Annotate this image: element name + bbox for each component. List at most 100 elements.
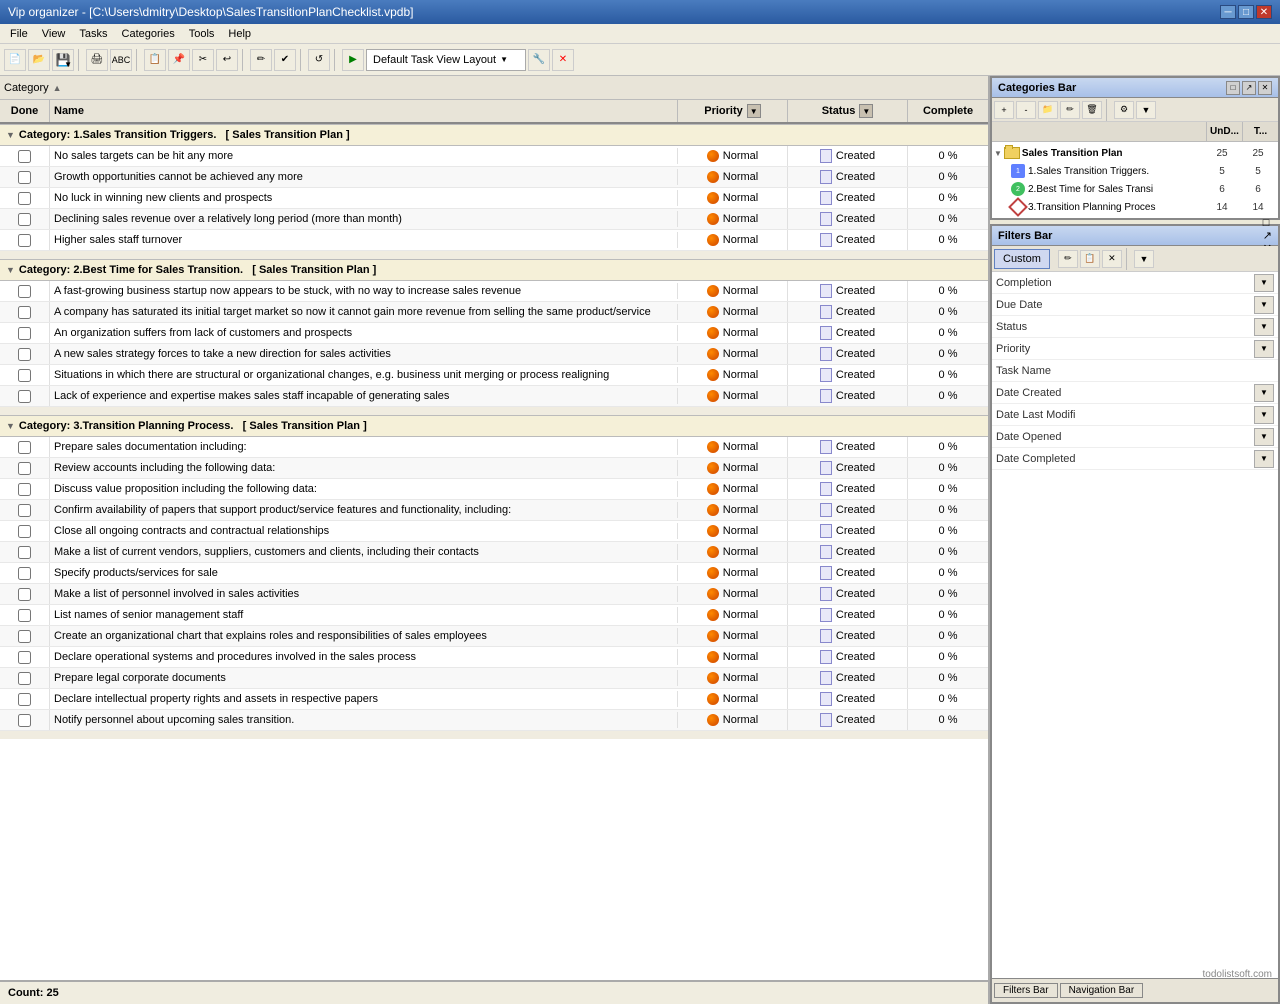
layout-selector[interactable]: Default Task View Layout ▼ — [366, 49, 526, 71]
task-checkbox[interactable] — [18, 630, 31, 643]
cat-tree-item-2[interactable]: 2 2.Best Time for Sales Transi 6 6 — [992, 180, 1278, 198]
task-checkbox[interactable] — [18, 546, 31, 559]
undo-button[interactable]: ↩ — [216, 49, 238, 71]
restore-button[interactable]: □ — [1238, 5, 1254, 19]
cat-tb-delete[interactable]: 🗑 — [1082, 101, 1102, 119]
task-checkbox[interactable] — [18, 483, 31, 496]
task-checkbox[interactable] — [18, 150, 31, 163]
task-checkbox[interactable] — [18, 327, 31, 340]
cat-tb-edit[interactable]: ✏ — [1060, 101, 1080, 119]
task-checkbox[interactable] — [18, 285, 31, 298]
print-button[interactable]: 🖨 — [86, 49, 108, 71]
task-check[interactable] — [0, 281, 50, 301]
col-header-name[interactable]: Name — [50, 100, 678, 122]
task-check[interactable] — [0, 365, 50, 385]
task-check[interactable] — [0, 230, 50, 250]
task-checkbox[interactable] — [18, 672, 31, 685]
task-checkbox[interactable] — [18, 525, 31, 538]
task-check[interactable] — [0, 167, 50, 187]
category-row-1[interactable]: ▼ Category: 1.Sales Transition Triggers.… — [0, 124, 988, 146]
menu-file[interactable]: File — [4, 27, 34, 41]
menu-tasks[interactable]: Tasks — [73, 27, 113, 41]
col-header-status[interactable]: Status ▼ — [788, 100, 908, 122]
priority-filter-icon[interactable]: ▼ — [747, 104, 761, 118]
cat-bar-close-button[interactable]: ✕ — [1258, 81, 1272, 95]
minimize-button[interactable]: ─ — [1220, 5, 1236, 19]
tb-btn-arrow[interactable]: ↺ — [308, 49, 330, 71]
task-checkbox[interactable] — [18, 651, 31, 664]
cut-button[interactable]: ✂ — [192, 49, 214, 71]
tb-btn-green[interactable]: ▶ — [342, 49, 364, 71]
task-check[interactable] — [0, 458, 50, 478]
task-check[interactable] — [0, 386, 50, 406]
cat-tree-item-3[interactable]: 3.Transition Planning Proces 14 14 — [992, 198, 1278, 216]
task-check[interactable] — [0, 605, 50, 625]
task-check[interactable] — [0, 542, 50, 562]
task-check[interactable] — [0, 188, 50, 208]
task-check[interactable] — [0, 584, 50, 604]
task-checkbox[interactable] — [18, 306, 31, 319]
task-check[interactable] — [0, 710, 50, 730]
col-header-complete[interactable]: Complete — [908, 100, 988, 122]
task-checkbox[interactable] — [18, 213, 31, 226]
cat-tb-down[interactable]: ▼ — [1136, 101, 1156, 119]
filter-dropdown-completion[interactable]: ▼ — [1254, 274, 1274, 292]
paste-button[interactable]: 📌 — [168, 49, 190, 71]
task-checkbox[interactable] — [18, 504, 31, 517]
save-button[interactable]: 💾 ▼ — [52, 49, 74, 71]
task-check[interactable] — [0, 521, 50, 541]
cat-tree-root[interactable]: ▼ Sales Transition Plan 25 25 — [992, 144, 1278, 162]
cat-tb-collapse[interactable]: - — [1016, 101, 1036, 119]
cat-bar-float-button[interactable]: ↗ — [1242, 81, 1256, 95]
task-check[interactable] — [0, 344, 50, 364]
filter-bar-pin-button[interactable]: □ — [1263, 217, 1272, 229]
task-check[interactable] — [0, 500, 50, 520]
menu-tools[interactable]: Tools — [183, 27, 221, 41]
menu-categories[interactable]: Categories — [116, 27, 181, 41]
task-checkbox[interactable] — [18, 369, 31, 382]
filter-dropdown-datecompleted[interactable]: ▼ — [1254, 450, 1274, 468]
tab-navigation-bar[interactable]: Navigation Bar — [1060, 983, 1144, 998]
task-check[interactable] — [0, 668, 50, 688]
task-checkbox[interactable] — [18, 588, 31, 601]
task-checkbox[interactable] — [18, 441, 31, 454]
task-check[interactable] — [0, 647, 50, 667]
filter-dropdown-datelastmod[interactable]: ▼ — [1254, 406, 1274, 424]
cat-tb-expand[interactable]: + — [994, 101, 1014, 119]
col-header-done[interactable]: Done — [0, 100, 50, 122]
cat-tree-item-1[interactable]: 1 1.Sales Transition Triggers. 5 5 — [992, 162, 1278, 180]
filter-dropdown-dateopened[interactable]: ▼ — [1254, 428, 1274, 446]
tb-btn-check[interactable]: ✔ — [274, 49, 296, 71]
task-check[interactable] — [0, 302, 50, 322]
cat-tb-settings[interactable]: ⚙ — [1114, 101, 1134, 119]
col-header-priority[interactable]: Priority ▼ — [678, 100, 788, 122]
task-checkbox[interactable] — [18, 714, 31, 727]
close-button[interactable]: ✕ — [1256, 5, 1272, 19]
menu-help[interactable]: Help — [222, 27, 257, 41]
task-checkbox[interactable] — [18, 348, 31, 361]
tb-btn-pencil[interactable]: ✏ — [250, 49, 272, 71]
task-checkbox[interactable] — [18, 462, 31, 475]
task-check[interactable] — [0, 146, 50, 166]
task-check[interactable] — [0, 437, 50, 457]
filter-custom-button[interactable]: Custom — [994, 249, 1050, 269]
task-checkbox[interactable] — [18, 609, 31, 622]
filter-dropdown-priority[interactable]: ▼ — [1254, 340, 1274, 358]
new-button[interactable]: 📄 — [4, 49, 26, 71]
filter-tb-delete[interactable]: ✕ — [1102, 250, 1122, 268]
filter-dropdown-datecreated[interactable]: ▼ — [1254, 384, 1274, 402]
tb-btn-x[interactable]: ✕ — [552, 49, 574, 71]
cat-tb-new[interactable]: 📁 — [1038, 101, 1058, 119]
task-check[interactable] — [0, 689, 50, 709]
tb-btn-2[interactable]: ABC — [110, 49, 132, 71]
task-check[interactable] — [0, 323, 50, 343]
task-checkbox[interactable] — [18, 567, 31, 580]
task-checkbox[interactable] — [18, 234, 31, 247]
category-row-2[interactable]: ▼ Category: 2.Best Time for Sales Transi… — [0, 259, 988, 281]
task-check[interactable] — [0, 626, 50, 646]
filter-tb-edit[interactable]: ✏ — [1058, 250, 1078, 268]
task-checkbox[interactable] — [18, 693, 31, 706]
filter-tb-copy[interactable]: 📋 — [1080, 250, 1100, 268]
tb-btn-refresh[interactable]: 🔧 — [528, 49, 550, 71]
task-checkbox[interactable] — [18, 171, 31, 184]
